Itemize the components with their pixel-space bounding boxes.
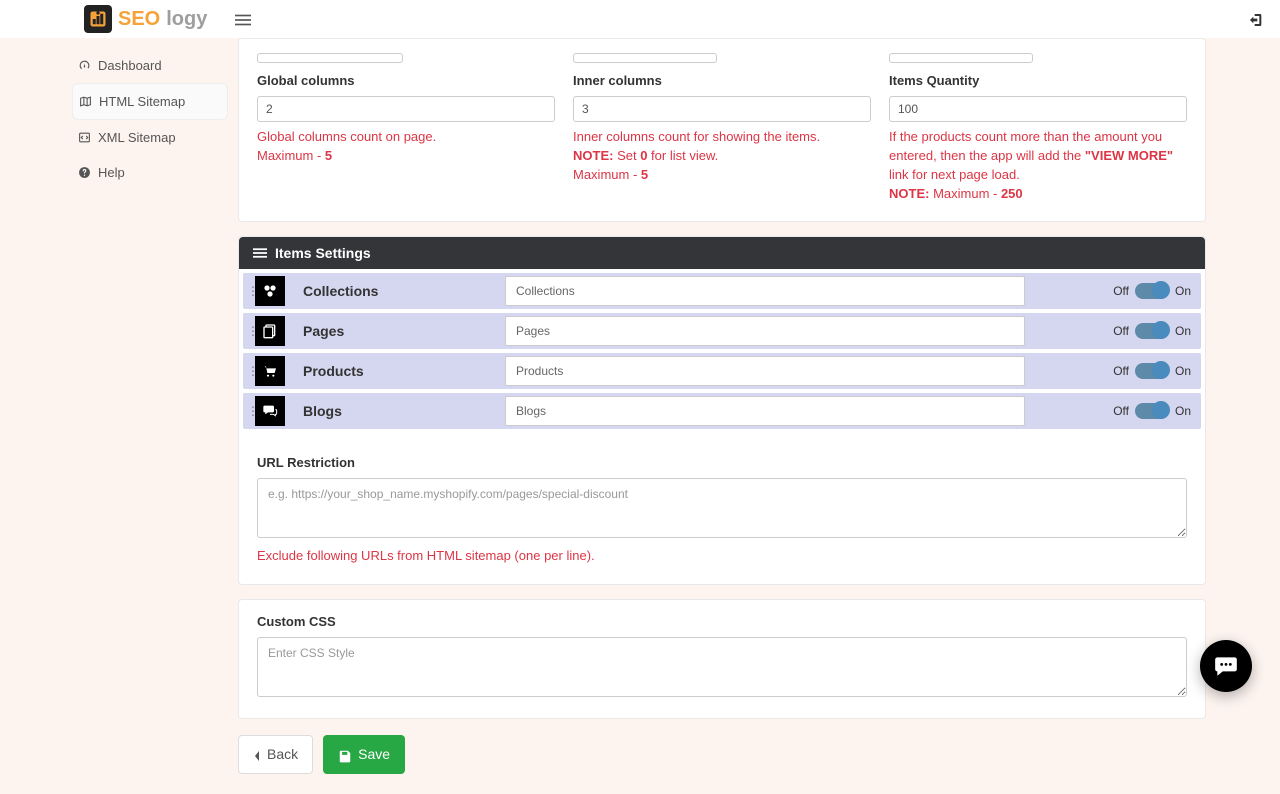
code-icon [78, 131, 92, 144]
logo-text-logy: logy [166, 8, 207, 31]
inner-columns-field: Inner columns Inner columns count for sh… [573, 53, 871, 203]
field-helper: Global columns count on page. Maximum - … [257, 128, 555, 166]
custom-css-textarea[interactable] [257, 637, 1187, 697]
list-icon [253, 246, 267, 260]
sidebar-item-label: HTML Sitemap [99, 94, 185, 109]
global-columns-field: Global columns Global columns count on p… [257, 53, 555, 203]
section-title: Items Settings [275, 245, 371, 261]
url-restriction-textarea[interactable] [257, 478, 1187, 538]
sidebar-item-label: Help [98, 165, 125, 180]
item-row-products: ⋮ Products Off On [243, 353, 1201, 389]
inner-columns-input[interactable] [573, 96, 871, 122]
item-value-input[interactable] [505, 316, 1025, 346]
signout-icon[interactable] [1248, 10, 1264, 27]
item-row-blogs: ⋮ Blogs Off On [243, 393, 1201, 429]
question-icon [78, 166, 92, 179]
toggle-wrap: Off On [1025, 403, 1201, 419]
item-row-collections: ⋮ Collections Off On [243, 273, 1201, 309]
chevron-left-icon [253, 746, 261, 762]
item-name: Products [285, 363, 505, 379]
toggle-off-label: Off [1113, 364, 1129, 378]
toggle-on-label: On [1175, 404, 1191, 418]
field-label: Items Quantity [889, 73, 1187, 88]
toggle-off-label: Off [1113, 324, 1129, 338]
sidebar-item-html-sitemap[interactable]: HTML Sitemap [72, 83, 228, 120]
collections-icon [255, 276, 285, 306]
field-label: Custom CSS [257, 614, 1187, 629]
items-quantity-field: Items Quantity If the products count mor… [889, 53, 1187, 203]
drag-handle-icon[interactable]: ⋮ [243, 410, 255, 413]
field-label: Global columns [257, 73, 555, 88]
toggle-on-label: On [1175, 324, 1191, 338]
button-label: Save [358, 746, 390, 762]
truncated-input-above[interactable] [257, 53, 403, 63]
sidebar-item-label: XML Sitemap [98, 130, 176, 145]
toggle-switch[interactable] [1135, 323, 1169, 339]
pages-icon [255, 316, 285, 346]
toggle-switch[interactable] [1135, 403, 1169, 419]
cart-icon [255, 356, 285, 386]
toggle-wrap: Off On [1025, 283, 1201, 299]
item-name: Pages [285, 323, 505, 339]
item-value-input[interactable] [505, 396, 1025, 426]
sidebar-item-label: Dashboard [98, 58, 162, 73]
field-helper: If the products count more than the amou… [889, 128, 1187, 203]
columns-card: Global columns Global columns count on p… [238, 38, 1206, 222]
field-label: Inner columns [573, 73, 871, 88]
sidebar-item-help[interactable]: Help [72, 155, 228, 190]
sidebar-item-xml-sitemap[interactable]: XML Sitemap [72, 120, 228, 155]
toggle-switch[interactable] [1135, 363, 1169, 379]
items-quantity-input[interactable] [889, 96, 1187, 122]
toggle-off-label: Off [1113, 284, 1129, 298]
field-helper: Exclude following URLs from HTML sitemap… [257, 547, 1187, 566]
map-icon [79, 95, 93, 108]
toggle-switch[interactable] [1135, 283, 1169, 299]
chat-fab[interactable] [1200, 640, 1252, 692]
truncated-input-above[interactable] [573, 53, 717, 63]
logo-text-seo: SEO [118, 8, 160, 31]
field-helper: Inner columns count for showing the item… [573, 128, 871, 185]
topbar: SEO logy [0, 0, 1280, 38]
toggle-on-label: On [1175, 284, 1191, 298]
button-label: Back [267, 746, 298, 762]
global-columns-input[interactable] [257, 96, 555, 122]
item-value-input[interactable] [505, 356, 1025, 386]
items-settings-header: Items Settings [239, 237, 1205, 269]
field-label: URL Restriction [257, 455, 1187, 470]
toggle-wrap: Off On [1025, 363, 1201, 379]
url-restriction-block: URL Restriction Exclude following URLs f… [239, 433, 1205, 584]
toggle-off-label: Off [1113, 404, 1129, 418]
form-actions: Back Save [238, 735, 1206, 773]
item-row-pages: ⋮ Pages Off On [243, 313, 1201, 349]
logo[interactable]: SEO logy [84, 5, 207, 33]
main-content: Global columns Global columns count on p… [238, 38, 1280, 794]
save-button[interactable]: Save [323, 735, 405, 773]
drag-handle-icon[interactable]: ⋮ [243, 330, 255, 333]
logo-icon [84, 5, 112, 33]
item-name: Blogs [285, 403, 505, 419]
toggle-on-label: On [1175, 364, 1191, 378]
back-button[interactable]: Back [238, 735, 313, 773]
item-name: Collections [285, 283, 505, 299]
items-settings-card: Items Settings ⋮ Collections Off On ⋮ [238, 236, 1206, 585]
drag-handle-icon[interactable]: ⋮ [243, 370, 255, 373]
menu-toggle-icon[interactable] [235, 10, 251, 27]
save-icon [338, 746, 352, 762]
drag-handle-icon[interactable]: ⋮ [243, 290, 255, 293]
chat-bubble-icon [1213, 653, 1239, 679]
gauge-icon [78, 59, 92, 72]
truncated-input-above[interactable] [889, 53, 1033, 63]
toggle-wrap: Off On [1025, 323, 1201, 339]
topbar-left: SEO logy [84, 5, 251, 33]
sidebar-item-dashboard[interactable]: Dashboard [72, 48, 228, 83]
custom-css-card: Custom CSS [238, 599, 1206, 719]
item-value-input[interactable] [505, 276, 1025, 306]
sidebar: Dashboard HTML Sitemap XML Sitemap Help [0, 38, 238, 794]
chat-icon [255, 396, 285, 426]
